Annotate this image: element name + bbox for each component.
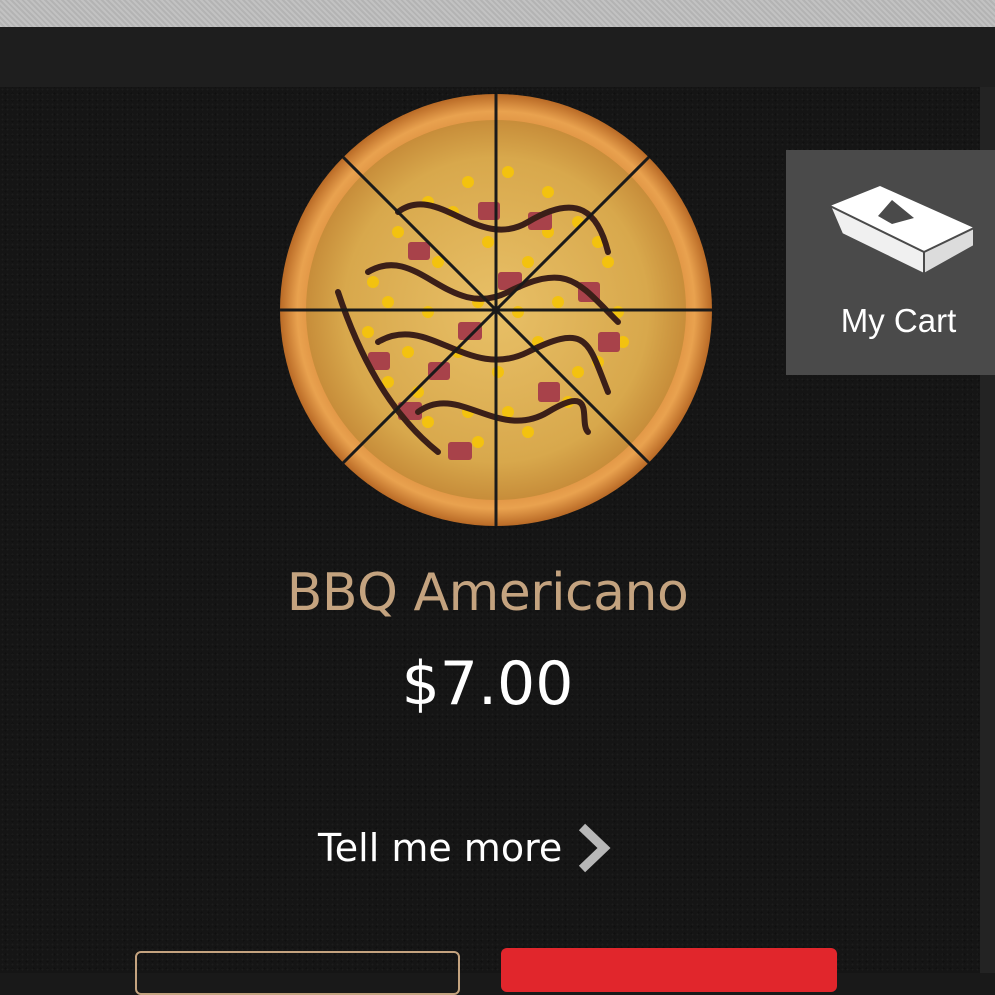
pizza-box-icon [828, 186, 975, 276]
tell-me-more-link[interactable]: Tell me more [318, 818, 614, 878]
customize-button[interactable] [135, 951, 460, 995]
product-name: BBQ Americano [286, 563, 689, 623]
tell-me-more-label: Tell me more [318, 826, 563, 870]
my-cart-button[interactable]: My Cart [786, 150, 995, 375]
top-strip [0, 0, 995, 27]
product-price: $7.00 [401, 649, 574, 719]
header-band [0, 27, 995, 87]
pizza-image [280, 94, 712, 526]
my-cart-label: My Cart [840, 302, 957, 339]
chevron-right-icon [579, 823, 611, 873]
add-to-cart-button[interactable] [501, 948, 837, 992]
